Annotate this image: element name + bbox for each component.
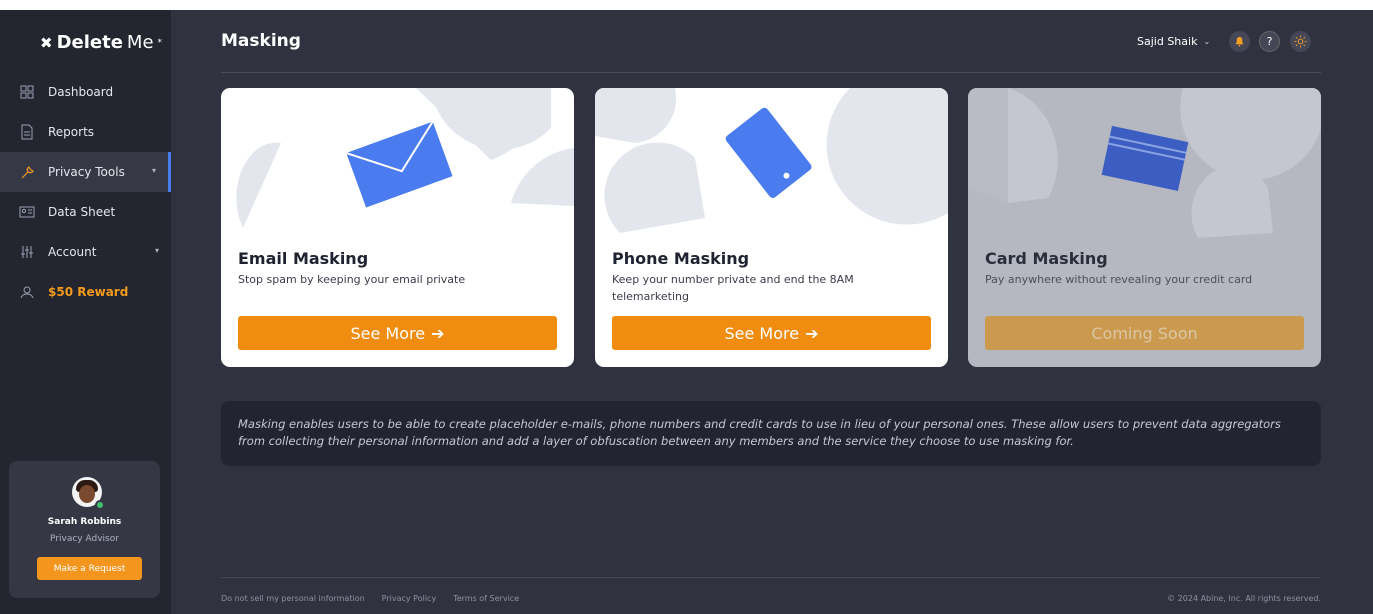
copyright-text: © 2024 Abine, Inc. All rights reserved. bbox=[1167, 594, 1321, 603]
bell-icon[interactable] bbox=[1229, 31, 1250, 52]
header-divider bbox=[221, 72, 1321, 73]
coming-soon-button: Coming Soon bbox=[985, 316, 1304, 350]
sidebar-item-dashboard[interactable]: Dashboard bbox=[0, 72, 171, 112]
see-more-button[interactable]: See More ➔ bbox=[238, 316, 557, 350]
sidebar-item-account[interactable]: Account ▾ bbox=[0, 232, 171, 272]
email-masking-card[interactable]: Email Masking Stop spam by keeping your … bbox=[221, 88, 574, 367]
phone-masking-card[interactable]: Phone Masking Keep your number private a… bbox=[595, 88, 948, 367]
sidebar-item-label: Data Sheet bbox=[48, 205, 116, 219]
brand-logo[interactable]: ✖ Delete Me * bbox=[40, 32, 162, 53]
advisor-card: Sarah Robbins Privacy Advisor Make a Req… bbox=[9, 461, 160, 598]
wrench-icon bbox=[19, 164, 35, 180]
card-title: Email Masking bbox=[238, 249, 369, 268]
sidebar-nav: Dashboard Reports Privacy Tools ▾ Data S… bbox=[0, 72, 171, 312]
button-label: See More bbox=[724, 323, 800, 343]
user-name: Sajid Shaik bbox=[1137, 35, 1198, 48]
advisor-role: Privacy Advisor bbox=[50, 534, 119, 544]
sidebar-item-label: Reports bbox=[48, 125, 95, 139]
brand-name-bold: Delete bbox=[56, 32, 123, 53]
sidebar-item-reports[interactable]: Reports bbox=[0, 112, 171, 152]
sidebar-item-label: Dashboard bbox=[48, 85, 114, 99]
sidebar-item-privacy-tools[interactable]: Privacy Tools ▾ bbox=[0, 152, 171, 192]
id-card-icon bbox=[19, 204, 35, 220]
card-masking-card: Card Masking Pay anywhere without reveal… bbox=[968, 88, 1321, 367]
chevron-down-icon: ⌄ bbox=[1203, 37, 1211, 46]
chevron-down-icon: ▾ bbox=[151, 166, 156, 175]
user-menu[interactable]: Sajid Shaik ⌄ bbox=[1137, 35, 1210, 48]
sun-icon[interactable] bbox=[1290, 31, 1311, 52]
page-title: Masking bbox=[221, 31, 301, 51]
envelope-illustration bbox=[236, 88, 574, 228]
brand-sup: * bbox=[157, 37, 163, 48]
user-icon bbox=[19, 284, 35, 300]
logo-icon: ✖ bbox=[40, 33, 53, 52]
see-more-button[interactable]: See More ➔ bbox=[612, 316, 931, 350]
sidebar-item-label: $50 Reward bbox=[48, 285, 129, 299]
footer-link-do-not-sell[interactable]: Do not sell my personal information bbox=[221, 594, 365, 603]
phone-illustration bbox=[595, 88, 948, 233]
app-frame: ✖ DeleteMe* Dashboard Reports Privacy bbox=[0, 0, 1373, 614]
document-icon bbox=[19, 124, 35, 140]
card-title: Phone Masking bbox=[612, 249, 750, 268]
masking-info-panel: Masking enables users to be able to crea… bbox=[221, 401, 1321, 466]
card-description: Pay anywhere without revealing your cred… bbox=[985, 273, 1253, 286]
advisor-name: Sarah Robbins bbox=[47, 517, 122, 527]
sliders-icon bbox=[19, 244, 35, 260]
top-strip bbox=[0, 0, 1373, 10]
card-description: Stop spam by keeping your email private bbox=[238, 273, 466, 286]
chevron-down-icon: ▾ bbox=[154, 246, 159, 255]
credit-card-illustration bbox=[968, 88, 1321, 238]
make-request-button[interactable]: Make a Request bbox=[37, 557, 142, 580]
footer-links: Do not sell my personal information Priv… bbox=[221, 594, 519, 603]
card-description: Keep your number private and end the 8AM… bbox=[612, 273, 854, 303]
sidebar-item-label: Privacy Tools bbox=[48, 165, 125, 179]
footer-link-terms[interactable]: Terms of Service bbox=[453, 594, 519, 603]
button-label: See More bbox=[350, 323, 426, 343]
grid-icon bbox=[19, 84, 35, 100]
card-title: Card Masking bbox=[985, 249, 1108, 268]
footer-link-privacy-policy[interactable]: Privacy Policy bbox=[382, 594, 437, 603]
sidebar: ✖ DeleteMe* Dashboard Reports Privacy bbox=[0, 10, 171, 614]
brand-name-light: Me bbox=[126, 32, 154, 53]
online-status-dot bbox=[95, 500, 105, 510]
footer-divider bbox=[221, 577, 1321, 578]
help-icon[interactable]: ? bbox=[1259, 31, 1280, 52]
sidebar-item-data-sheet[interactable]: Data Sheet bbox=[0, 192, 171, 232]
arrow-right-icon: ➔ bbox=[805, 323, 819, 343]
sidebar-item-reward[interactable]: $50 Reward bbox=[0, 272, 171, 312]
arrow-right-icon: ➔ bbox=[431, 323, 445, 343]
sidebar-item-label: Account bbox=[48, 245, 97, 259]
